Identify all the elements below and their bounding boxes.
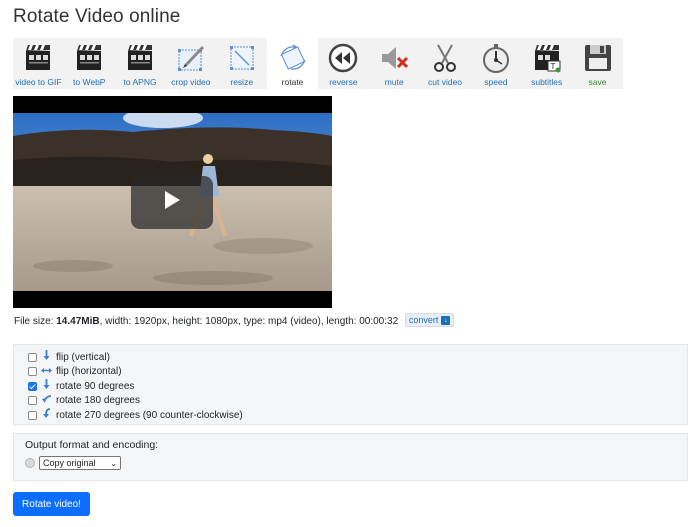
tool-rotate[interactable]: rotate: [267, 38, 318, 89]
option-label: flip (horizontal): [56, 366, 122, 378]
crop-icon: [175, 42, 207, 74]
arrow-down-icon: [41, 350, 56, 364]
tool-label: subtitles: [531, 77, 563, 87]
option-flip-vertical[interactable]: flip (vertical): [28, 350, 687, 365]
file-info-prefix: File size:: [14, 316, 57, 327]
rotate-icon: [277, 42, 309, 74]
rotate-90-checkbox[interactable]: [28, 381, 37, 391]
tool-label: reverse: [329, 77, 358, 87]
arrow-curve-left-icon: [41, 394, 56, 408]
option-label: rotate 270 degrees (90 counter-clockwise…: [56, 409, 243, 421]
file-size: 14.47MiB: [56, 316, 100, 327]
rotate-options: flip (vertical) flip (horizontal) rotate…: [13, 344, 688, 425]
rotate-180-checkbox[interactable]: [28, 396, 37, 406]
video-player[interactable]: [13, 96, 332, 308]
output-heading: Output format and encoding:: [25, 439, 159, 451]
stopwatch-icon: [480, 42, 512, 74]
tool-mute[interactable]: mute: [369, 38, 420, 89]
tool-subtitles[interactable]: T subtitles: [521, 38, 572, 89]
floppy-disk-icon: [582, 42, 614, 74]
mute-icon: [378, 42, 410, 74]
play-button[interactable]: [131, 176, 213, 229]
arrow-down-icon: [41, 379, 56, 393]
tool-to-apng[interactable]: to APNG: [115, 38, 166, 89]
tool-crop-video[interactable]: crop video: [165, 38, 216, 89]
arrow-curve-down-icon: [41, 408, 56, 422]
convert-label: convert: [408, 315, 439, 325]
option-label: rotate 90 degrees: [56, 380, 135, 392]
tool-speed[interactable]: speed: [470, 38, 521, 89]
clapperboard-icon: [22, 42, 54, 74]
file-details: , width: 1920px, height: 1080px, type: m…: [99, 316, 399, 327]
subtitles-icon: T: [531, 42, 563, 74]
tool-label: crop video: [171, 77, 211, 87]
tool-toolbar: video to GIF to WebP to APNG crop video …: [13, 38, 623, 89]
tool-video-to-gif[interactable]: video to GIF: [13, 38, 64, 89]
download-icon: ↓: [441, 315, 451, 325]
output-format-panel: Output format and encoding: Copy origina…: [13, 433, 688, 481]
output-format-radio[interactable]: [25, 458, 35, 468]
tool-reverse[interactable]: reverse: [318, 38, 369, 89]
file-info: File size: 14.47MiB, width: 1920px, heig…: [14, 313, 455, 328]
tool-save[interactable]: save: [572, 38, 623, 89]
tool-cut-video[interactable]: cut video: [420, 38, 471, 89]
convert-button[interactable]: convert ↓: [404, 313, 455, 327]
output-format-select[interactable]: Copy original ⌄: [39, 456, 121, 470]
tool-label: cut video: [428, 77, 463, 87]
option-rotate-90[interactable]: rotate 90 degrees: [28, 379, 687, 394]
option-flip-horizontal[interactable]: flip (horizontal): [28, 365, 687, 380]
page-title: Rotate Video online: [13, 6, 181, 27]
output-row: Copy original ⌄: [25, 456, 687, 470]
scissors-icon: [429, 42, 461, 74]
play-icon: [163, 190, 181, 215]
arrow-left-right-icon: [41, 365, 56, 379]
tool-label: save: [588, 77, 607, 87]
tool-label: mute: [384, 77, 404, 87]
resize-icon: [226, 42, 258, 74]
option-rotate-180[interactable]: rotate 180 degrees: [28, 394, 687, 409]
tool-label: speed: [484, 77, 508, 87]
select-value: Copy original: [43, 458, 96, 468]
tool-to-webp[interactable]: to WebP: [64, 38, 115, 89]
option-rotate-270[interactable]: rotate 270 degrees (90 counter-clockwise…: [28, 408, 687, 423]
flip-horizontal-checkbox[interactable]: [28, 367, 37, 377]
tool-label: to WebP: [73, 77, 106, 87]
rewind-icon: [327, 42, 359, 74]
rotate-video-button[interactable]: Rotate video!: [13, 492, 90, 516]
tool-label: resize: [230, 77, 254, 87]
rotate-270-checkbox[interactable]: [28, 410, 37, 420]
flip-vertical-checkbox[interactable]: [28, 352, 37, 362]
clapperboard-icon: [124, 42, 156, 74]
clapperboard-icon: [73, 42, 105, 74]
option-label: flip (vertical): [56, 351, 110, 363]
tool-resize[interactable]: resize: [216, 38, 267, 89]
chevron-down-icon: ⌄: [110, 458, 117, 468]
tool-label: to APNG: [123, 77, 157, 87]
svg-text:T: T: [549, 62, 555, 71]
option-label: rotate 180 degrees: [56, 395, 140, 407]
tool-label: video to GIF: [15, 77, 62, 87]
tool-label: rotate: [281, 77, 304, 87]
